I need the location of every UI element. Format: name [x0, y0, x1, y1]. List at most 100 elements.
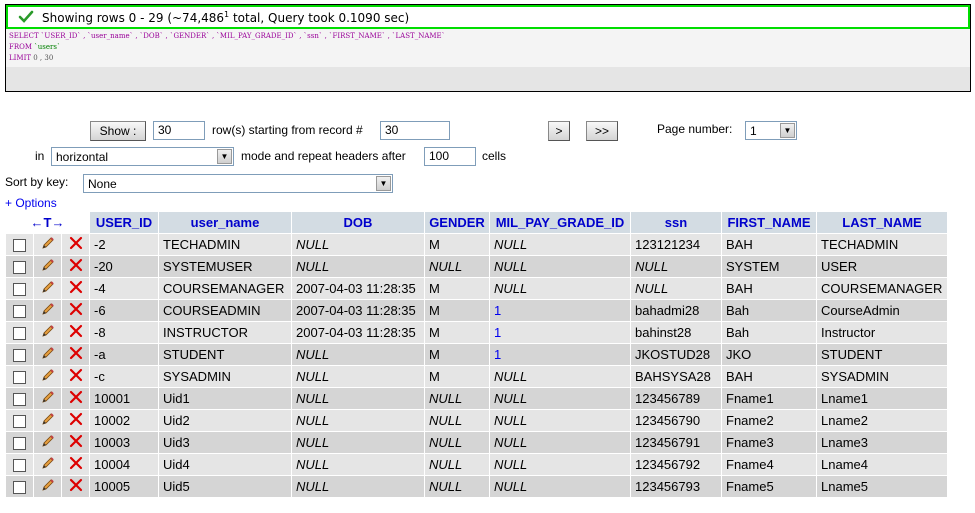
row-checkbox-cell[interactable] — [6, 234, 33, 255]
table-cell: TECHADMIN — [159, 234, 291, 255]
display-mode-select[interactable]: horizontal ▼ — [51, 147, 234, 166]
edit-row-button[interactable] — [34, 256, 61, 277]
edit-row-button[interactable] — [34, 454, 61, 475]
row-checkbox-cell[interactable] — [6, 476, 33, 497]
column-header[interactable]: USER_ID — [90, 212, 158, 233]
table-row[interactable]: -2 TECHADMIN NULL M NULL 123121234 BAH TECHADMI… — [6, 234, 947, 255]
table-cell: JKOSTUD28 — [631, 344, 721, 365]
row-checkbox[interactable] — [13, 481, 26, 495]
repeat-headers-input[interactable]: 100 — [424, 147, 476, 166]
table-cell: NULL — [292, 454, 424, 475]
table-cell: BAH — [722, 366, 816, 387]
row-checkbox[interactable] — [13, 283, 26, 297]
edit-row-button[interactable] — [34, 432, 61, 453]
row-checkbox[interactable] — [13, 239, 26, 253]
column-header[interactable]: user_name — [159, 212, 291, 233]
table-row[interactable]: -a STUDENT NULL M 1 JKOSTUD28 JKO STUDENT — [6, 344, 947, 365]
sort-by-key-label: Sort by key: — [5, 175, 69, 189]
delete-row-button[interactable] — [62, 256, 89, 277]
sql-line-limit: LIMIT 0 , 30 — [9, 54, 54, 62]
row-checkbox-cell[interactable] — [6, 432, 33, 453]
table-row[interactable]: 10005 Uid5 NULL NULL NULL 123456793 Fname5 Lnam… — [6, 476, 947, 497]
row-checkbox[interactable] — [13, 349, 26, 363]
table-cell: Instructor — [817, 322, 947, 343]
success-message: Showing rows 0 - 29 (~74,4861 total, Que… — [42, 9, 410, 25]
delete-row-button[interactable] — [62, 300, 89, 321]
edit-row-button[interactable] — [34, 322, 61, 343]
start-record-input[interactable]: 30 — [380, 121, 450, 140]
cells-label: cells — [482, 149, 507, 163]
row-checkbox[interactable] — [13, 261, 26, 275]
delete-row-button[interactable] — [62, 322, 89, 343]
rows-count-input[interactable]: 30 — [153, 121, 205, 140]
row-checkbox[interactable] — [13, 371, 26, 385]
delete-row-button[interactable] — [62, 344, 89, 365]
row-checkbox-cell[interactable] — [6, 366, 33, 387]
row-checkbox[interactable] — [13, 327, 26, 341]
edit-row-button[interactable] — [34, 476, 61, 497]
column-header[interactable]: DOB — [292, 212, 424, 233]
table-row[interactable]: 10004 Uid4 NULL NULL NULL 123456792 Fname4 Lnam… — [6, 454, 947, 475]
row-checkbox-cell[interactable] — [6, 300, 33, 321]
table-row[interactable]: -6 COURSEADMIN 2007-04-03 11:28:35 M 1 bahadm… — [6, 300, 947, 321]
edit-row-button[interactable] — [34, 278, 61, 299]
next-page-button[interactable]: > — [548, 121, 570, 141]
column-header[interactable]: ssn — [631, 212, 721, 233]
row-checkbox-cell[interactable] — [6, 344, 33, 365]
row-checkbox[interactable] — [13, 415, 26, 429]
column-header[interactable]: FIRST_NAME — [722, 212, 816, 233]
delete-row-button[interactable] — [62, 476, 89, 497]
table-cell: M — [425, 366, 489, 387]
table-cell: NULL — [425, 432, 489, 453]
column-header[interactable]: LAST_NAME — [817, 212, 947, 233]
row-checkbox-cell[interactable] — [6, 388, 33, 409]
delete-row-button[interactable] — [62, 366, 89, 387]
page-number-select[interactable]: 1 ▼ — [745, 121, 797, 140]
table-row[interactable]: 10001 Uid1 NULL NULL NULL 123456789 Fname1 Lnam… — [6, 388, 947, 409]
row-checkbox[interactable] — [13, 459, 26, 473]
delete-row-button[interactable] — [62, 234, 89, 255]
table-row[interactable]: -4 COURSEMANAGER 2007-04-03 11:28:35 M NULL N… — [6, 278, 947, 299]
column-header[interactable]: MIL_PAY_GRADE_ID — [490, 212, 630, 233]
table-cell: NULL — [631, 256, 721, 277]
edit-row-button[interactable] — [34, 388, 61, 409]
column-header[interactable]: GENDER — [425, 212, 489, 233]
table-row[interactable]: 10003 Uid3 NULL NULL NULL 123456791 Fname3 Lnam… — [6, 432, 947, 453]
pencil-icon — [40, 259, 56, 276]
delete-row-button[interactable] — [62, 454, 89, 475]
delete-row-button[interactable] — [62, 388, 89, 409]
row-checkbox[interactable] — [13, 437, 26, 451]
table-cell: SYSADMIN — [817, 366, 947, 387]
row-checkbox-cell[interactable] — [6, 322, 33, 343]
table-row[interactable]: -c SYSADMIN NULL M NULL BAHSYSA28 BAH SYSADMIN — [6, 366, 947, 387]
row-checkbox-cell[interactable] — [6, 278, 33, 299]
table-row[interactable]: -8 INSTRUCTOR 2007-04-03 11:28:35 M 1 bahinst… — [6, 322, 947, 343]
table-cell: NULL — [631, 278, 721, 299]
edit-row-button[interactable] — [34, 366, 61, 387]
table-cell: Uid1 — [159, 388, 291, 409]
show-button[interactable]: Show : — [90, 121, 146, 141]
row-checkbox[interactable] — [13, 305, 26, 319]
chevron-down-icon: ▼ — [217, 149, 232, 164]
row-checkbox-cell[interactable] — [6, 410, 33, 431]
delete-x-icon — [69, 280, 83, 297]
last-page-button[interactable]: >> — [586, 121, 618, 141]
delete-x-icon — [69, 434, 83, 451]
delete-row-button[interactable] — [62, 410, 89, 431]
check-icon — [18, 10, 34, 23]
delete-row-button[interactable] — [62, 278, 89, 299]
row-checkbox[interactable] — [13, 393, 26, 407]
table-cell: COURSEADMIN — [159, 300, 291, 321]
table-row[interactable]: -20 SYSTEMUSER NULL NULL NULL NULL SYSTEM USER — [6, 256, 947, 277]
edit-row-button[interactable] — [34, 410, 61, 431]
edit-row-button[interactable] — [34, 234, 61, 255]
sort-by-key-select[interactable]: None ▼ — [83, 174, 393, 193]
row-checkbox-cell[interactable] — [6, 256, 33, 277]
options-link[interactable]: + Options — [5, 196, 57, 210]
pencil-icon — [40, 457, 56, 474]
edit-row-button[interactable] — [34, 300, 61, 321]
delete-row-button[interactable] — [62, 432, 89, 453]
table-row[interactable]: 10002 Uid2 NULL NULL NULL 123456790 Fname2 Lnam… — [6, 410, 947, 431]
row-checkbox-cell[interactable] — [6, 454, 33, 475]
edit-row-button[interactable] — [34, 344, 61, 365]
